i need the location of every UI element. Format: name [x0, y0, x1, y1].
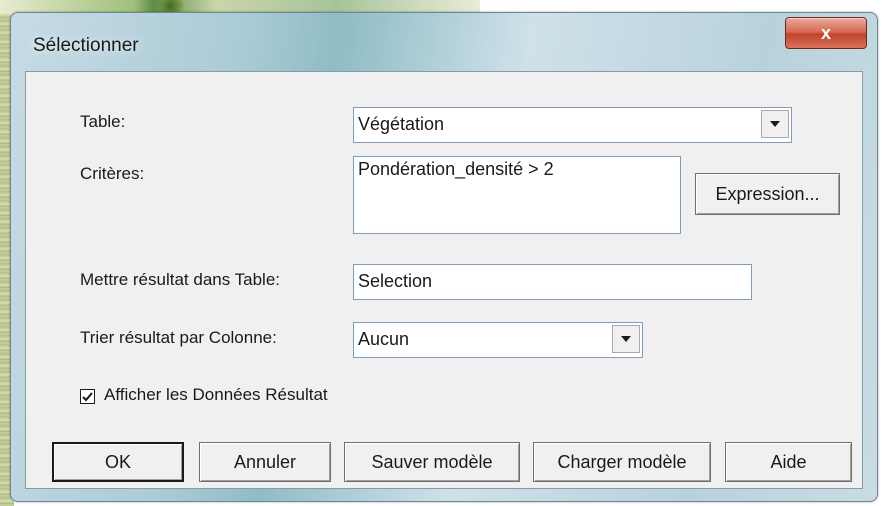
expression-button[interactable]: Expression... — [695, 173, 840, 215]
ok-button[interactable]: OK — [52, 442, 184, 482]
show-results-label: Afficher les Données Résultat — [104, 385, 328, 404]
select-dialog: Sélectionner x Table: Végétation Critère… — [10, 12, 878, 502]
close-icon: x — [820, 22, 831, 43]
sort-column-label: Trier résultat par Colonne: — [80, 328, 277, 347]
window-title: Sélectionner — [33, 35, 139, 56]
sort-column-value: Aucun — [358, 329, 410, 349]
table-select-value: Végétation — [358, 114, 445, 134]
load-template-button[interactable]: Charger modèle — [533, 442, 711, 482]
sort-column-select[interactable]: Aucun — [353, 322, 643, 358]
result-table-input[interactable]: Selection — [353, 264, 752, 300]
table-dropdown-button[interactable] — [761, 110, 789, 138]
dialog-body: Table: Végétation Critères: Pondération_… — [25, 71, 863, 489]
sort-column-dropdown-button[interactable] — [612, 325, 640, 353]
title-bar[interactable]: Sélectionner x — [11, 13, 877, 65]
criteria-value: Pondération_densité > 2 — [358, 159, 554, 179]
dropdown-arrow-icon — [621, 336, 631, 342]
help-button[interactable]: Aide — [725, 442, 852, 482]
background-map-feature — [150, 0, 190, 12]
table-select[interactable]: Végétation — [353, 107, 792, 143]
criteria-textarea[interactable]: Pondération_densité > 2 — [353, 156, 681, 234]
result-table-label: Mettre résultat dans Table: — [80, 270, 281, 289]
dropdown-arrow-icon — [770, 121, 780, 127]
close-button[interactable]: x — [785, 17, 867, 49]
cancel-button[interactable]: Annuler — [199, 442, 331, 482]
result-table-value: Selection — [358, 271, 433, 291]
table-label: Table: — [80, 112, 126, 131]
checkmark-icon — [82, 391, 93, 401]
criteria-label: Critères: — [80, 164, 145, 183]
save-template-button[interactable]: Sauver modèle — [344, 442, 520, 482]
show-results-checkbox[interactable] — [80, 389, 95, 404]
